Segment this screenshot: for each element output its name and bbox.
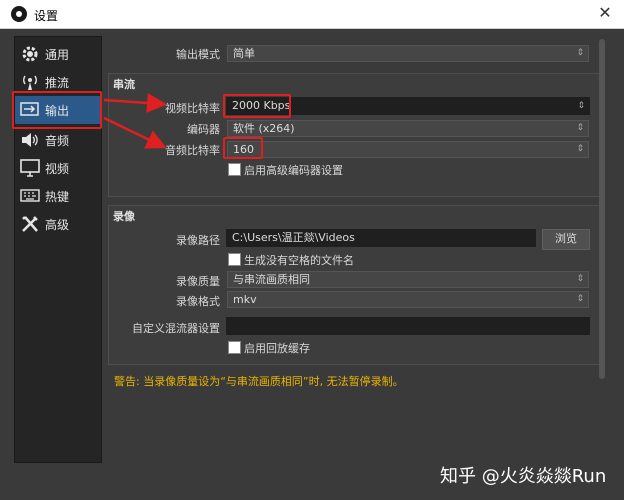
annotation-arrows bbox=[103, 92, 167, 149]
arrow-to-video-bitrate bbox=[103, 92, 167, 113]
arrow-to-audio-bitrate bbox=[103, 116, 167, 149]
watermark-text: 知乎 @火炎焱燚Run bbox=[440, 466, 607, 487]
